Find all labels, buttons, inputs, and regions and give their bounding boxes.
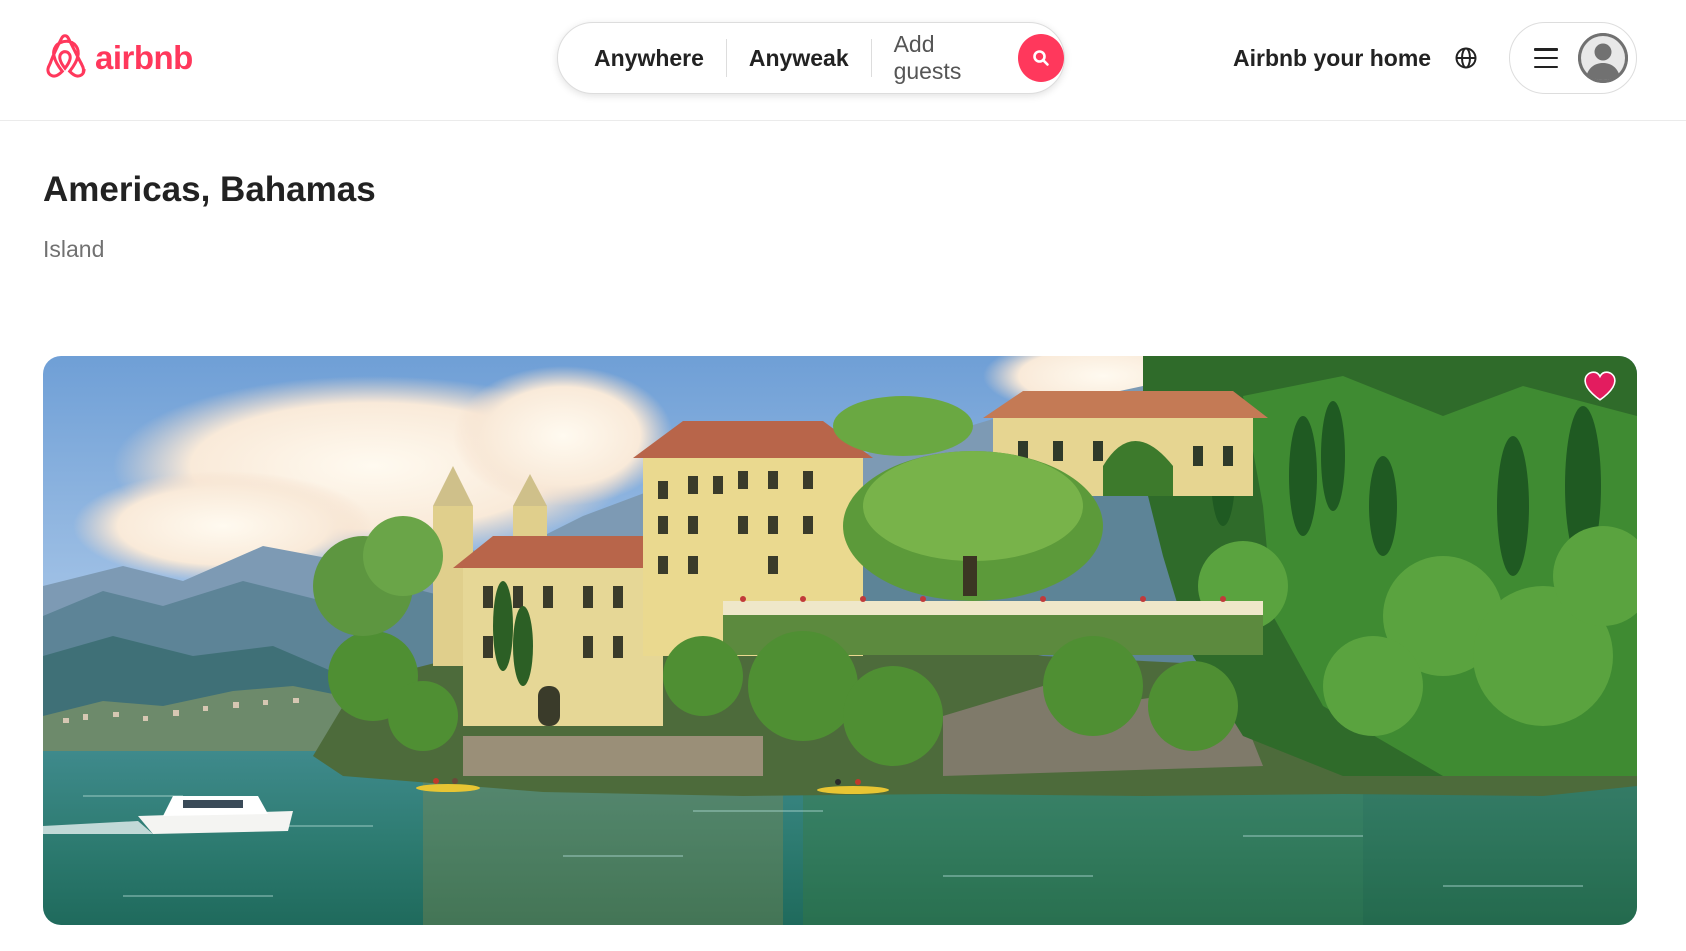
search-bar[interactable]: Anywhere Anyweak Add guests bbox=[557, 22, 1065, 94]
airbnb-logo-icon bbox=[46, 34, 86, 78]
listing-category: Island bbox=[43, 236, 105, 262]
guests-filter[interactable]: Add guests bbox=[872, 31, 1018, 84]
search-button[interactable] bbox=[1017, 34, 1064, 82]
user-avatar-icon bbox=[1578, 33, 1628, 83]
airbnb-logo[interactable]: airbnb bbox=[43, 34, 193, 82]
villa-lake-photo bbox=[43, 356, 1637, 925]
airbnb-your-home-link[interactable]: Airbnb your home bbox=[1233, 40, 1431, 76]
listing-hero-image[interactable] bbox=[43, 356, 1637, 925]
page-title: Americas, Bahamas bbox=[43, 170, 376, 209]
brand-name: airbnb bbox=[95, 39, 193, 76]
heart-icon[interactable] bbox=[1583, 370, 1617, 402]
location-filter[interactable]: Anywhere bbox=[558, 39, 726, 77]
dates-filter[interactable]: Anyweak bbox=[727, 39, 871, 77]
top-header: airbnb Anywhere Anyweak Add guests Airbn… bbox=[0, 0, 1686, 121]
hamburger-menu-icon bbox=[1534, 48, 1558, 68]
globe-icon[interactable] bbox=[1452, 44, 1480, 72]
profile-menu-button[interactable] bbox=[1509, 22, 1637, 94]
search-icon bbox=[1033, 50, 1049, 66]
